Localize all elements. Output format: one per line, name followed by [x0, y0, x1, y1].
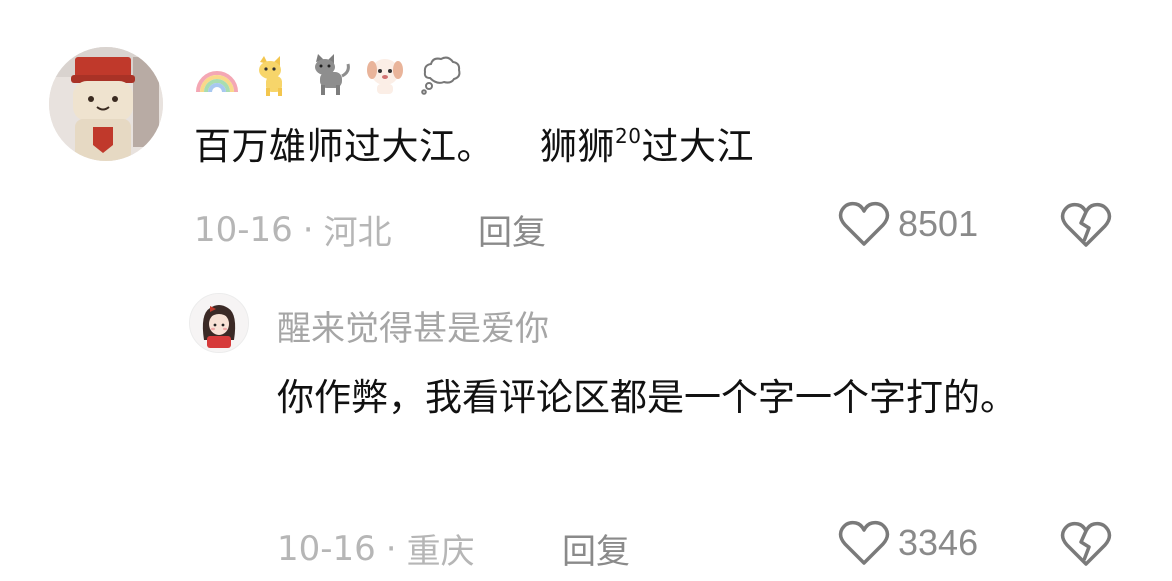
gray-cat-icon	[315, 54, 350, 95]
meta-separator: ·	[385, 528, 397, 569]
commenter-avatar-image	[49, 47, 163, 161]
replier-avatar[interactable]	[189, 293, 249, 353]
comment-text: 百万雄师过大江。 狮狮20过大江	[194, 125, 754, 169]
comment-text-superscript: 20	[615, 124, 642, 148]
comment-text-part1: 百万雄师过大江。	[194, 125, 494, 168]
commenter-avatar[interactable]	[49, 47, 163, 161]
puppy-icon	[367, 59, 403, 94]
comment-location: 河北	[323, 213, 392, 253]
dislike-broken-heart-icon[interactable]	[1060, 201, 1112, 249]
replier-avatar-image	[190, 294, 248, 352]
reply-like-button[interactable]: 3346	[838, 519, 978, 567]
user-badges	[194, 50, 464, 100]
reply-button[interactable]: 回复	[478, 205, 546, 254]
reply-location: 重庆	[406, 532, 475, 572]
reply-dislike-broken-heart-icon[interactable]	[1060, 520, 1112, 568]
heart-icon	[838, 201, 890, 246]
meta-separator: ·	[302, 209, 314, 250]
comment-text-part2a: 狮狮	[540, 125, 615, 168]
comment-date: 10-16	[194, 209, 293, 250]
comment-text-part2b: 过大江	[641, 125, 754, 168]
reply-text: 你作弊，我看评论区都是一个字一个字打的。	[277, 376, 1017, 419]
like-count: 8501	[898, 203, 979, 244]
rainbow-icon	[196, 71, 238, 93]
reply-username[interactable]: 醒来觉得甚是爱你	[277, 301, 549, 350]
like-button[interactable]: 8501	[838, 200, 978, 248]
heart-icon	[838, 520, 890, 565]
reply-reply-button[interactable]: 回复	[562, 524, 630, 573]
reply-date: 10-16	[277, 528, 376, 569]
comment-meta: 10-16 · 河北	[194, 205, 392, 254]
yellow-dog-icon	[259, 56, 282, 96]
thought-bubble-icon	[421, 56, 461, 95]
reply-meta: 10-16 · 重庆	[277, 524, 475, 573]
reply-like-count: 3346	[898, 522, 979, 563]
